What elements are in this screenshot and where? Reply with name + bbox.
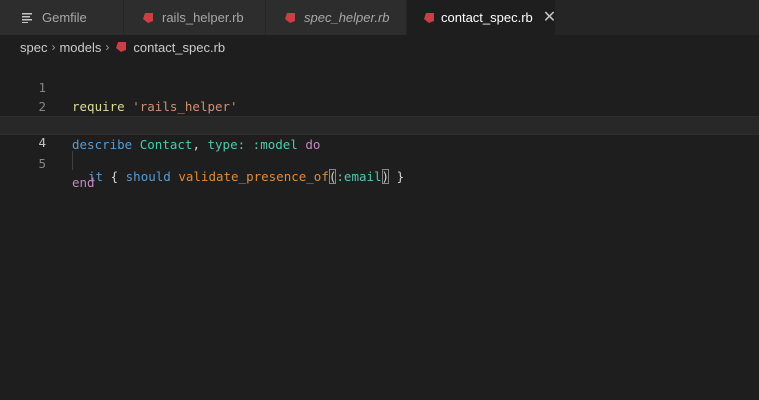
code-line-current[interactable]: 4 it { should validate_presence_of(:emai…: [0, 116, 759, 184]
tab-bar: Gemfile rails_helper.rb spec_helper.rb c…: [0, 0, 759, 35]
ruby-icon: [140, 10, 156, 26]
symbol: :email: [336, 169, 382, 184]
method-call: should: [125, 169, 171, 184]
breadcrumb: spec › models › contact_spec.rb: [0, 35, 759, 59]
close-icon[interactable]: ✕: [543, 9, 556, 26]
tab-label: Gemfile: [42, 10, 87, 25]
ruby-icon: [423, 10, 435, 26]
code-text: it { should validate_presence_of(:email)…: [88, 168, 404, 185]
tab-contact-spec[interactable]: contact_spec.rb ✕: [407, 0, 556, 35]
chevron-right-icon: ›: [51, 40, 56, 54]
code-line[interactable]: 5 end: [0, 135, 759, 190]
breadcrumb-item-file[interactable]: contact_spec.rb: [133, 40, 225, 55]
ruby-icon: [282, 10, 298, 26]
tab-gemfile[interactable]: Gemfile: [0, 0, 124, 35]
breadcrumb-item-spec[interactable]: spec: [20, 40, 47, 55]
tab-label: spec_helper.rb: [304, 10, 390, 25]
tab-label: rails_helper.rb: [162, 10, 244, 25]
line-number: 5: [38, 156, 46, 171]
tab-spec-helper[interactable]: spec_helper.rb: [266, 0, 407, 35]
tab-rails-helper[interactable]: rails_helper.rb: [124, 0, 266, 35]
breadcrumb-item-models[interactable]: models: [59, 40, 101, 55]
keyword: end: [72, 175, 95, 190]
tab-label: contact_spec.rb: [441, 10, 533, 25]
chevron-right-icon: ›: [105, 40, 110, 54]
ruby-icon: [113, 39, 129, 55]
brace: }: [396, 169, 405, 184]
code-line[interactable]: 3 describe Contact, type: :model do: [0, 97, 759, 152]
method-call: validate_presence_of: [178, 169, 329, 184]
code-line[interactable]: 2: [0, 78, 759, 114]
code-line[interactable]: 1 require 'rails_helper': [0, 59, 759, 114]
code-editor[interactable]: 1 require 'rails_helper' 2 3 describe Co…: [0, 59, 759, 400]
brace: {: [110, 169, 119, 184]
code-text: end: [72, 173, 95, 192]
file-lines-icon: [20, 10, 36, 26]
paren: ): [381, 169, 390, 184]
